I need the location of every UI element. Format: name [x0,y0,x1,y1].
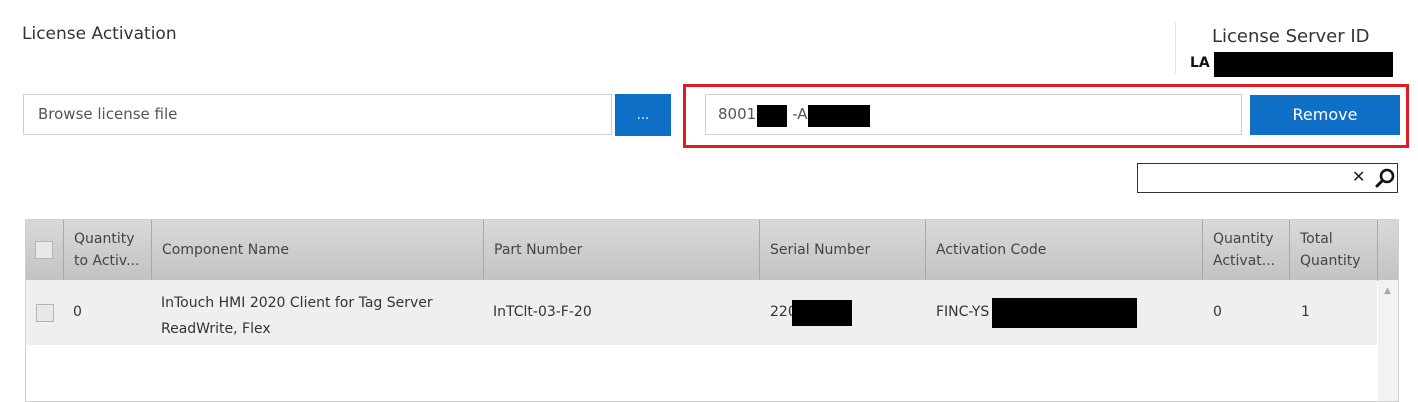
col-header-quantity-to-activate[interactable]: Quantity to Activ... [64,220,152,280]
license-server-id: LA [1190,55,1210,71]
col-header-activation-code[interactable]: Activation Code [926,220,1203,280]
select-all-cell [26,220,64,280]
col-header-total-quantity[interactable]: Total Quantity [1290,220,1378,280]
page-title: License Activation [22,24,177,44]
part-number-cell: InTClt-03-F-20 [493,304,592,320]
redacted-code-segment [808,105,870,127]
browse-license-input[interactable]: Browse license file [23,94,612,135]
redacted-server-id [1214,52,1393,77]
search-icon[interactable] [1374,167,1396,189]
quantity-to-activate-cell: 0 [73,304,82,320]
row-checkbox[interactable] [36,304,54,322]
table-header: Quantity to Activ... Component Name Part… [26,220,1398,281]
browse-button[interactable]: ... [615,94,671,136]
redacted-code-segment [757,105,787,127]
scroll-up-icon[interactable]: ▲ [1384,286,1391,296]
total-quantity-cell: 1 [1301,304,1310,320]
remove-button[interactable]: Remove [1250,95,1400,135]
component-name-cell: InTouch HMI 2020 Client for Tag Server R… [161,295,433,337]
col-header-part-number[interactable]: Part Number [484,220,760,280]
col-header-component-name[interactable]: Component Name [152,220,484,280]
col-header-quantity-activated[interactable]: Quantity Activat... [1203,220,1290,280]
redacted-activation-code [992,298,1137,328]
activation-code-cell: FINC-YS [936,304,990,320]
clear-icon[interactable]: ✕ [1352,167,1365,186]
col-header-serial-number[interactable]: Serial Number [760,220,926,280]
redacted-serial [792,300,852,326]
quantity-activated-cell: 0 [1213,304,1222,320]
select-all-checkbox[interactable] [35,241,53,259]
header-spacer [1378,220,1398,280]
table-row[interactable]: 0 InTouch HMI 2020 Client for Tag Server… [26,280,1377,345]
license-server-label: License Server ID [1212,26,1370,47]
vertical-scrollbar[interactable] [1378,280,1398,401]
license-table: Quantity to Activ... Component Name Part… [25,219,1399,402]
